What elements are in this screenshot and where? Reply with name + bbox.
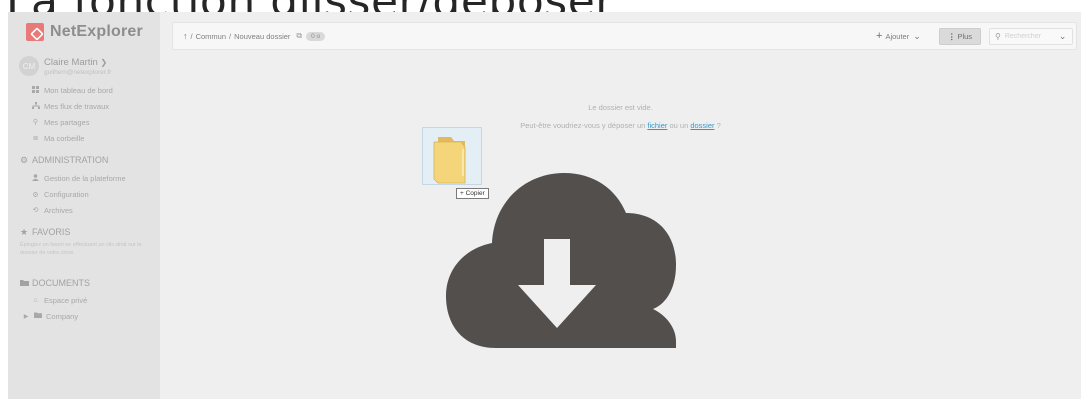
nav-item-label: Espace privé (44, 296, 88, 306)
nav-item-label: Archives (44, 205, 73, 215)
hint-prefix: Peut-être voudriez-vous y déposer un (520, 121, 648, 130)
user-menu[interactable]: CM Claire Martin ❯ guilhem@netexplorer.f… (19, 56, 111, 76)
logo[interactable]: NetExplorer (26, 23, 143, 41)
trash-icon: ≣ (32, 135, 39, 143)
section-title: DOCUMENTS (32, 278, 90, 288)
star-icon: ★ (19, 226, 29, 237)
folder-icon (34, 312, 42, 320)
breadcrumb: ↑ / Commun / Nouveau dossier ⧉ 0 o (183, 31, 326, 41)
toolbar: ↑ / Commun / Nouveau dossier ⧉ 0 o + Ajo… (172, 22, 1077, 50)
user-icon (31, 174, 40, 183)
nav-item-label: Ma corbeille (44, 133, 85, 143)
workflow-icon (31, 102, 40, 111)
more-label: Plus (957, 32, 973, 41)
user-email: guilhem@netexplorer.fr (44, 68, 112, 76)
tree-item-company[interactable]: ▶ Company (8, 309, 160, 324)
nav-item-configuration[interactable]: ⚙ Configuration (8, 187, 160, 203)
search-box: ⚲ ⌄ (989, 28, 1073, 45)
app-name: NetExplorer (50, 23, 143, 40)
admin-section: ⚙ ADMINISTRATION Gestion de la plateform… (8, 152, 160, 218)
nav-item-label: Gestion de la plateforme (44, 174, 126, 184)
nav-item-trash[interactable]: ≣ Ma corbeille (8, 130, 160, 146)
nav-item-label: Configuration (44, 190, 89, 200)
upload-folder-link[interactable]: dossier (690, 121, 714, 130)
folder-size-badge: 0 o (306, 31, 326, 41)
user-name: Claire Martin (44, 56, 98, 68)
nav-item-platform[interactable]: Gestion de la plateforme (8, 171, 160, 187)
nav-item-label: Mes flux de travaux (44, 102, 110, 112)
home-icon: ⌂ (33, 297, 38, 305)
more-vertical-icon: ⋮ (947, 32, 956, 41)
gear-icon: ⚙ (32, 191, 39, 199)
arrow-up-icon[interactable]: ↑ (183, 31, 188, 41)
tree-item-label: Company (46, 311, 79, 321)
search-input[interactable] (1004, 33, 1059, 40)
nav-item-private-space[interactable]: ⌂ Espace privé (8, 293, 160, 309)
breadcrumb-root[interactable]: Commun (196, 32, 226, 41)
chevron-down-icon: ⌄ (913, 30, 921, 41)
section-favorites[interactable]: ★ FAVORIS (8, 224, 160, 240)
add-button[interactable]: + Ajouter ⌄ (876, 30, 921, 42)
section-title: ADMINISTRATION (32, 155, 109, 165)
avatar: CM (19, 56, 39, 76)
main-panel: ↑ / Commun / Nouveau dossier ⧉ 0 o + Ajo… (160, 12, 1081, 399)
hint-suffix: ? (714, 121, 721, 130)
breadcrumb-sep: / (190, 31, 193, 41)
archive-icon: ⟲ (32, 207, 39, 215)
upload-file-link[interactable]: fichier (647, 121, 667, 130)
gear-icon: ⚙ (19, 154, 29, 165)
search-icon: ⚲ (995, 32, 1001, 41)
section-title: FAVORIS (32, 227, 71, 237)
share-icon: ⚲ (32, 119, 39, 127)
add-label: Ajouter (885, 31, 910, 41)
breadcrumb-sep: / (229, 31, 232, 41)
nav-item-label: Mon tableau de bord (44, 86, 113, 96)
cloud-download-icon (446, 173, 676, 353)
chevron-down-icon: ❯ (100, 57, 108, 67)
empty-folder-message: Le dossier est vide. (588, 103, 653, 112)
nav-item-shares[interactable]: ⚲ Mes partages (8, 115, 160, 131)
documents-section: DOCUMENTS ⌂ Espace privé ▶ Company (8, 275, 160, 324)
screenshot: La fonction glisser/déposer NetExplorer … (0, 0, 1081, 399)
more-button[interactable]: ⋮ Plus (939, 28, 981, 45)
caret-right-icon[interactable]: ▶ (22, 313, 30, 320)
section-administration[interactable]: ⚙ ADMINISTRATION (8, 152, 160, 168)
favorites-hint: Épinglez un favori en effectuant un clic… (20, 242, 142, 256)
sidebar: NetExplorer CM Claire Martin ❯ guilhem@n… (8, 12, 160, 399)
app-window: NetExplorer CM Claire Martin ❯ guilhem@n… (8, 12, 1081, 399)
nav-item-archives[interactable]: ⟲ Archives (8, 203, 160, 219)
logo-icon (26, 23, 44, 41)
main-nav: Mon tableau de bord Mes flux de travaux … (8, 83, 160, 146)
user-name-row: Claire Martin ❯ (44, 57, 111, 68)
section-documents[interactable]: DOCUMENTS (8, 275, 160, 291)
favorites-section: ★ FAVORIS Épinglez un favori en effectua… (8, 224, 160, 257)
folder-icon (19, 278, 29, 288)
nav-item-dashboard[interactable]: Mon tableau de bord (8, 83, 160, 99)
nav-item-label: Mes partages (44, 117, 90, 127)
nav-item-workflows[interactable]: Mes flux de travaux (8, 99, 160, 115)
breadcrumb-current[interactable]: Nouveau dossier (234, 32, 290, 41)
plus-icon: + (876, 30, 883, 42)
empty-folder-hint: Peut-être voudriez-vous y déposer un fic… (160, 121, 1081, 130)
hint-mid: ou un (667, 121, 691, 130)
chevron-down-icon[interactable]: ⌄ (1059, 31, 1067, 42)
dashboard-icon (31, 86, 40, 95)
copy-icon[interactable]: ⧉ (296, 31, 302, 41)
